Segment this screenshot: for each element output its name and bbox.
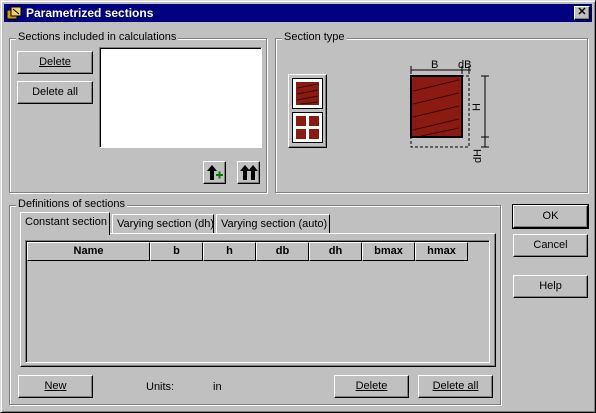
column-header-bmax[interactable]: bmax bbox=[362, 242, 415, 261]
dim-b-label: B bbox=[431, 59, 439, 71]
close-icon: ✕ bbox=[577, 6, 587, 18]
sections-list[interactable] bbox=[99, 47, 262, 148]
definitions-tab-strip: Constant section Varying section (dh) Va… bbox=[20, 212, 496, 235]
column-header-h[interactable]: h bbox=[203, 242, 256, 261]
sections-app-icon bbox=[6, 6, 22, 20]
new-section-label: New bbox=[44, 380, 67, 392]
column-header-b[interactable]: b bbox=[150, 242, 203, 261]
ok-button[interactable]: OK bbox=[512, 204, 589, 229]
double-arrow-up-icon bbox=[240, 165, 258, 180]
ok-label: OK bbox=[542, 210, 559, 222]
tab-varying-section-auto[interactable]: Varying section (auto) bbox=[216, 214, 330, 234]
help-label: Help bbox=[539, 280, 562, 292]
section-dimensions-diagram bbox=[410, 66, 489, 148]
tab-varying-section-dh[interactable]: Varying section (dh) bbox=[112, 214, 214, 234]
tab-varying-section-dh-label: Varying section (dh) bbox=[117, 218, 215, 230]
section-type-solid-icon[interactable] bbox=[292, 78, 323, 109]
title-bar: Parametrized sections ✕ bbox=[4, 4, 592, 22]
parametrized-sections-dialog: Parametrized sections ✕ Sections include… bbox=[0, 0, 596, 413]
section-type-label: Section type bbox=[282, 31, 347, 43]
section-type-hollow-icon[interactable] bbox=[292, 112, 323, 143]
tab-varying-section-auto-label: Varying section (auto) bbox=[221, 218, 328, 230]
dim-db-label: dB bbox=[458, 59, 472, 71]
tab-constant-section-label: Constant section bbox=[25, 216, 107, 228]
close-button[interactable]: ✕ bbox=[574, 6, 590, 20]
definitions-delete-label: Delete bbox=[355, 380, 388, 392]
add-section-button[interactable] bbox=[203, 161, 226, 184]
column-header-db[interactable]: db bbox=[256, 242, 309, 261]
help-button[interactable]: Help bbox=[513, 275, 588, 298]
sections-delete-label: Delete bbox=[39, 56, 71, 68]
cancel-label: Cancel bbox=[533, 239, 568, 251]
definitions-delete-button[interactable]: Delete bbox=[334, 375, 409, 398]
add-all-sections-button[interactable] bbox=[237, 161, 260, 184]
units-value: in bbox=[213, 381, 222, 393]
cancel-button[interactable]: Cancel bbox=[513, 234, 588, 257]
definitions-delete-all-label: Delete all bbox=[432, 380, 479, 392]
column-header-name[interactable]: Name bbox=[27, 242, 150, 261]
column-header-dh[interactable]: dh bbox=[309, 242, 362, 261]
dim-dh-label: dH bbox=[472, 148, 485, 164]
units-label: Units: bbox=[146, 381, 175, 393]
sections-delete-all-label: Delete all bbox=[32, 86, 78, 98]
definitions-delete-all-button[interactable]: Delete all bbox=[418, 375, 493, 398]
sections-delete-button[interactable]: Delete bbox=[17, 51, 93, 74]
arrow-up-plus-icon bbox=[207, 165, 223, 180]
constant-section-panel: Name b h db dh bmax hmax bbox=[20, 233, 496, 367]
tab-constant-section[interactable]: Constant section bbox=[20, 212, 110, 235]
sections-table[interactable]: Name b h db dh bmax hmax bbox=[25, 240, 490, 363]
section-type-selector[interactable] bbox=[288, 74, 327, 148]
dim-h-label: H bbox=[470, 103, 483, 111]
sections-delete-all-button[interactable]: Delete all bbox=[17, 81, 93, 104]
sections-included-label: Sections included in calculations bbox=[16, 31, 179, 43]
table-header-row: Name b h db dh bmax hmax bbox=[27, 242, 468, 261]
window-title: Parametrized sections bbox=[26, 6, 154, 20]
definitions-label: Definitions of sections bbox=[16, 198, 127, 210]
new-section-button[interactable]: New bbox=[18, 375, 93, 398]
column-header-hmax[interactable]: hmax bbox=[415, 242, 468, 261]
